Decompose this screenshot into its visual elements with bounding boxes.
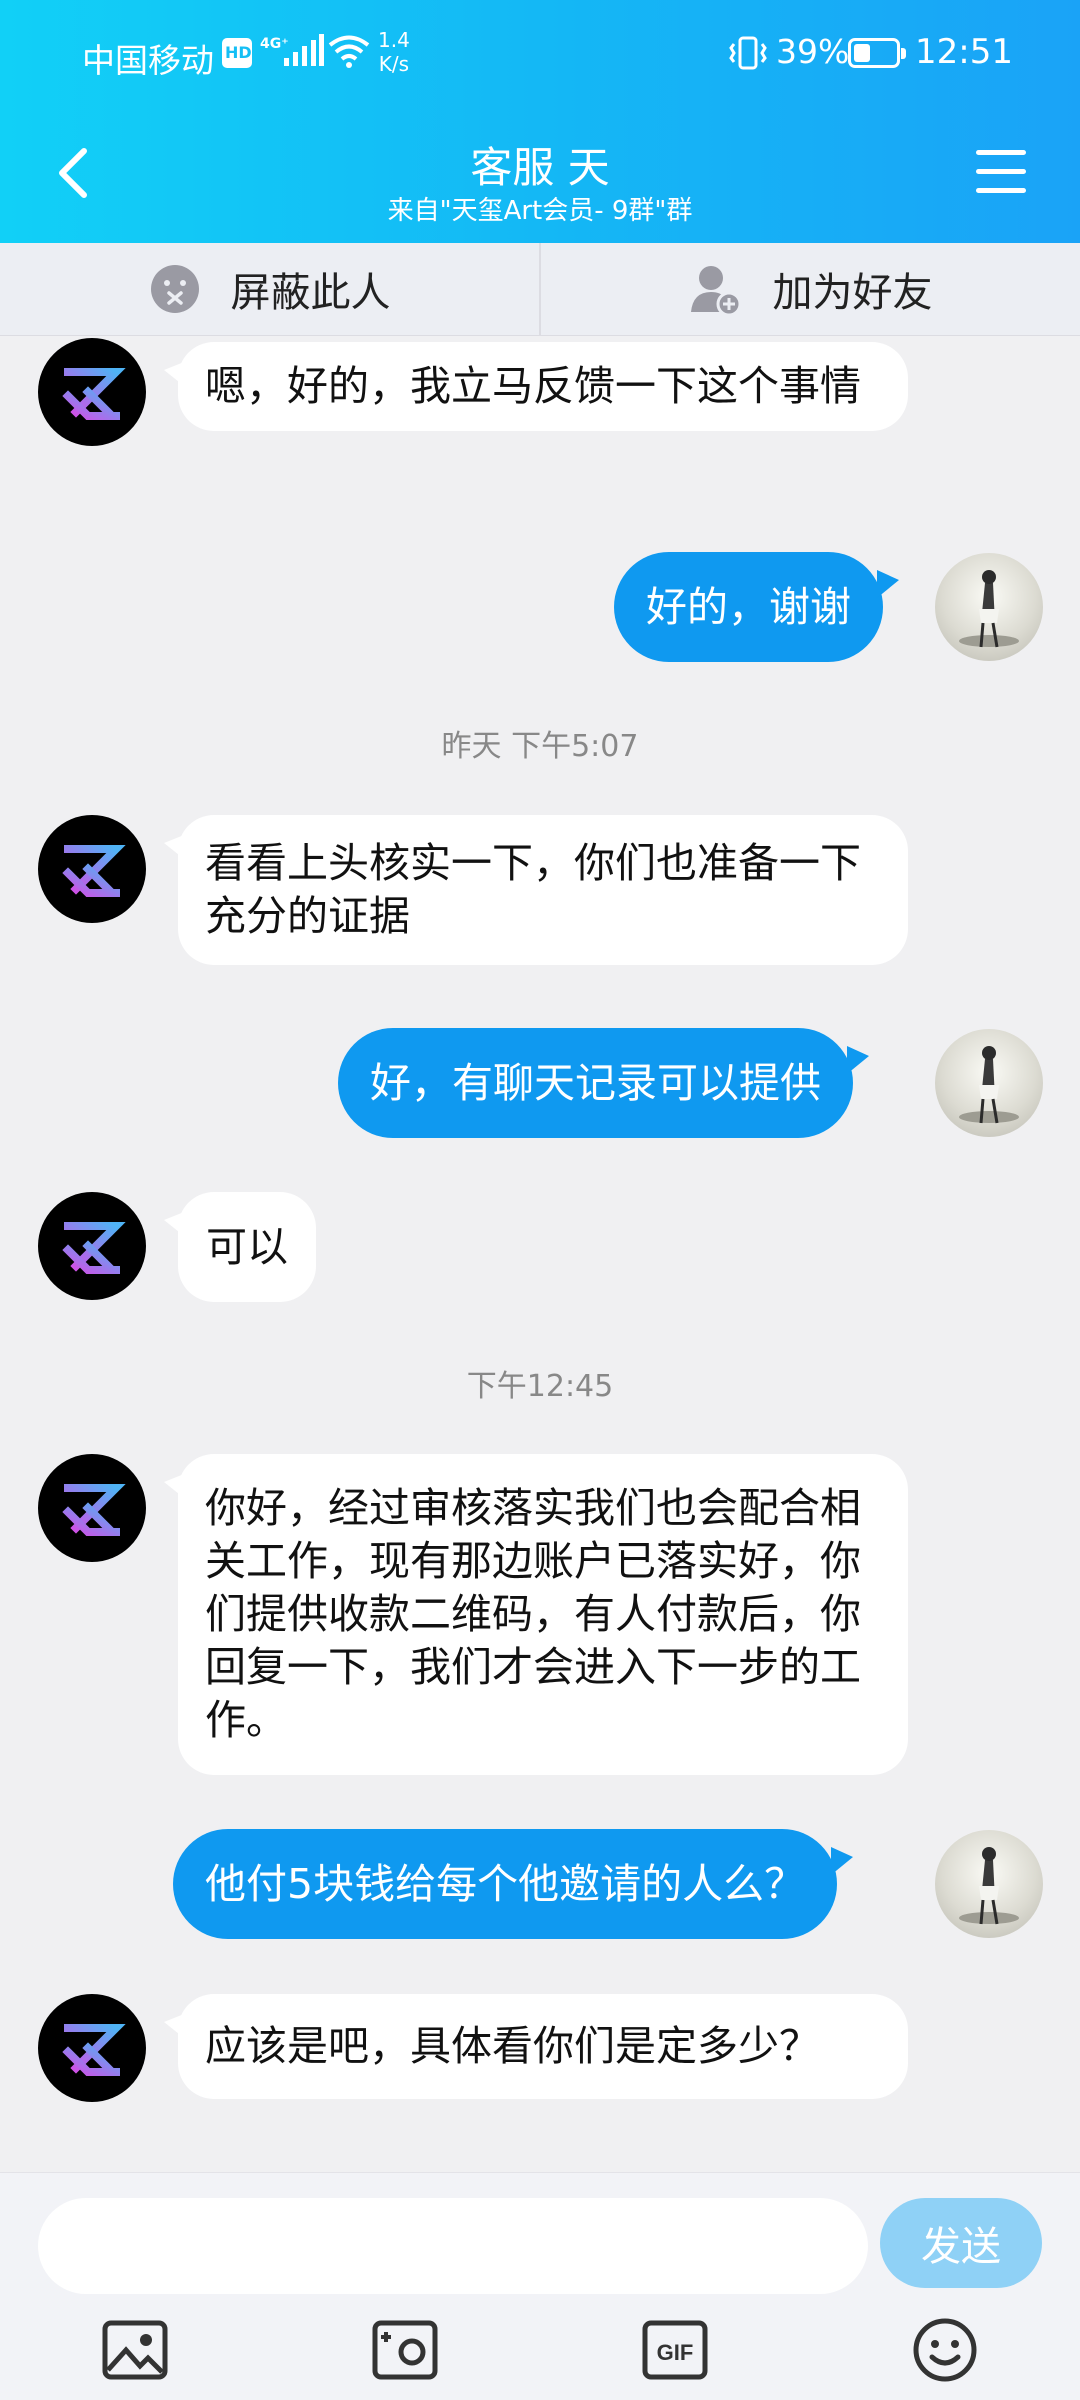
vibrate-icon	[729, 36, 767, 70]
hd-badge: HD	[222, 38, 252, 68]
speed-value: 1.4	[378, 28, 410, 52]
emoji-icon[interactable]	[910, 2315, 980, 2385]
menu-icon[interactable]	[976, 150, 1032, 202]
block-user-button[interactable]: 屏蔽此人	[0, 243, 539, 335]
message-list[interactable]: 嗯，好的，我立马反馈一下这个事情 好的，谢谢 昨天 下午5:07 看看上头核实一…	[0, 336, 1080, 2172]
timestamp: 下午12:45	[466, 1369, 614, 1404]
battery-icon	[848, 38, 906, 68]
agent-avatar[interactable]	[38, 815, 146, 923]
message-bubble[interactable]: 应该是吧，具体看你们是定多少？	[164, 1994, 908, 2099]
gif-text: GIF	[657, 2340, 694, 2365]
add-friend-button[interactable]: 加为好友	[539, 243, 1080, 335]
add-friend-label: 加为好友	[772, 270, 933, 316]
agent-avatar[interactable]	[38, 1994, 146, 2102]
block-user-label: 屏蔽此人	[230, 270, 391, 316]
message-bubble[interactable]: 嗯，好的，我立马反馈一下这个事情	[164, 342, 908, 431]
clock: 12:51	[915, 32, 1013, 72]
agent-avatar[interactable]	[38, 338, 146, 446]
message-bubble[interactable]: 好，有聊天记录可以提供	[338, 1028, 869, 1138]
message-bubble[interactable]: 可以	[164, 1192, 316, 1302]
message-input[interactable]	[38, 2198, 868, 2294]
my-avatar[interactable]	[935, 553, 1043, 661]
network-speed: 1.4 K/s	[378, 28, 410, 76]
add-friend-icon	[689, 262, 743, 316]
carrier-name: 中国移动	[82, 41, 214, 80]
battery-percent: 39%	[776, 32, 850, 71]
block-icon	[149, 263, 201, 315]
message-bubble[interactable]: 你好，经过审核落实我们也会配合相关工作，现有那边账户已落实好，你们提供收款二维码…	[164, 1454, 908, 1775]
image-icon[interactable]	[100, 2315, 170, 2385]
input-bar: 发送 GIF	[0, 2172, 1080, 2400]
status-bar: 中国移动 HD 4G⁺ 1.4 K/s 39% 12:51	[0, 0, 1080, 108]
signal-icon	[284, 34, 324, 66]
camera-icon[interactable]	[370, 2315, 440, 2385]
my-avatar[interactable]	[935, 1830, 1043, 1938]
chat-title: 客服 天	[470, 143, 610, 192]
message-bubble[interactable]: 看看上头核实一下，你们也准备一下充分的证据	[164, 815, 908, 965]
header-area: 中国移动 HD 4G⁺ 1.4 K/s 39% 12:51 客服 天 来自"天玺…	[0, 0, 1080, 243]
send-button[interactable]: 发送	[880, 2198, 1042, 2288]
gif-icon[interactable]: GIF	[640, 2315, 710, 2385]
message-bubble[interactable]: 好的，谢谢	[614, 552, 899, 662]
action-bar: 屏蔽此人 加为好友	[0, 243, 1080, 336]
agent-avatar[interactable]	[38, 1454, 146, 1562]
message-bubble[interactable]: 他付5块钱给每个他邀请的人么？	[173, 1829, 854, 1939]
timestamp: 昨天 下午5:07	[441, 729, 639, 764]
wifi-icon	[328, 35, 370, 68]
chat-subtitle: 来自"天玺Art会员- 9群"群	[387, 196, 693, 226]
nav-bar: 客服 天 来自"天玺Art会员- 9群"群	[0, 108, 1080, 243]
my-avatar[interactable]	[935, 1029, 1043, 1137]
agent-avatar[interactable]	[38, 1192, 146, 1300]
speed-unit: K/s	[378, 52, 410, 76]
